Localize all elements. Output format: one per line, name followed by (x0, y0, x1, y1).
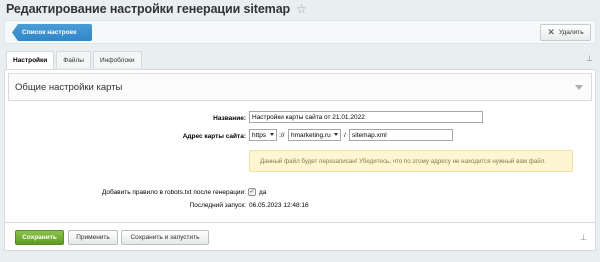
toolbar: Список настроек ✕ Удалить (4, 20, 596, 44)
pin-icon[interactable]: ⊥ (586, 54, 593, 63)
settings-panel: Общие настройки карты Название: Настройк… (4, 69, 596, 223)
apply-button[interactable]: Применить (68, 230, 118, 245)
chevron-down-icon (334, 133, 338, 136)
tab-settings[interactable]: Настройки (6, 51, 55, 69)
filename-field[interactable]: sitemap.xml (349, 129, 453, 141)
back-to-list-button[interactable]: Список настроек (12, 24, 92, 41)
last-run-label: Последний запуск: (189, 202, 246, 209)
path-separator: / (344, 132, 346, 139)
section-title: Общие настройки карты (15, 81, 123, 93)
section-header[interactable]: Общие настройки карты (8, 73, 592, 101)
protocol-value: https (252, 131, 267, 139)
domain-value: hmarketing.ru (291, 131, 331, 139)
robots-value: да (259, 189, 267, 196)
name-field[interactable]: Настройки карты сайта от 21.01.2022 (249, 111, 483, 123)
delete-button-label: Удалить (558, 29, 584, 36)
robots-checkbox[interactable]: ✓ (248, 188, 256, 196)
page-title: Редактирование настройки генерации sitem… (6, 2, 291, 16)
form-footer: Сохранить Применить Сохранить и запустит… (4, 223, 596, 251)
protocol-select[interactable]: https (249, 129, 277, 141)
tab-files[interactable]: Файлы (56, 51, 91, 68)
pin-icon[interactable]: ⊥ (580, 233, 587, 242)
name-label: Название: (213, 115, 246, 122)
star-icon[interactable]: ☆ (296, 2, 307, 16)
page-header: Редактирование настройки генерации sitem… (6, 1, 307, 17)
overwrite-warning: Данный файл будет перезаписан! Убедитесь… (249, 150, 573, 172)
delete-button[interactable]: ✕ Удалить (540, 24, 591, 41)
save-button[interactable]: Сохранить (15, 230, 64, 245)
protocol-separator: :// (279, 132, 285, 139)
collapse-icon[interactable] (575, 85, 583, 90)
last-run-value: 06.05.2023 12:48:16 (249, 202, 309, 209)
tab-bar: Настройки Файлы Инфоблоки (6, 51, 142, 69)
save-and-run-button[interactable]: Сохранить и запустить (121, 230, 209, 245)
address-label: Адрес карты сайта: (182, 133, 246, 140)
close-icon: ✕ (547, 27, 555, 37)
chevron-down-icon (270, 133, 274, 136)
domain-select[interactable]: hmarketing.ru (288, 129, 341, 141)
robots-label: Добавить правило в robots.txt после гене… (101, 189, 246, 196)
tab-iblocks[interactable]: Инфоблоки (92, 51, 142, 68)
